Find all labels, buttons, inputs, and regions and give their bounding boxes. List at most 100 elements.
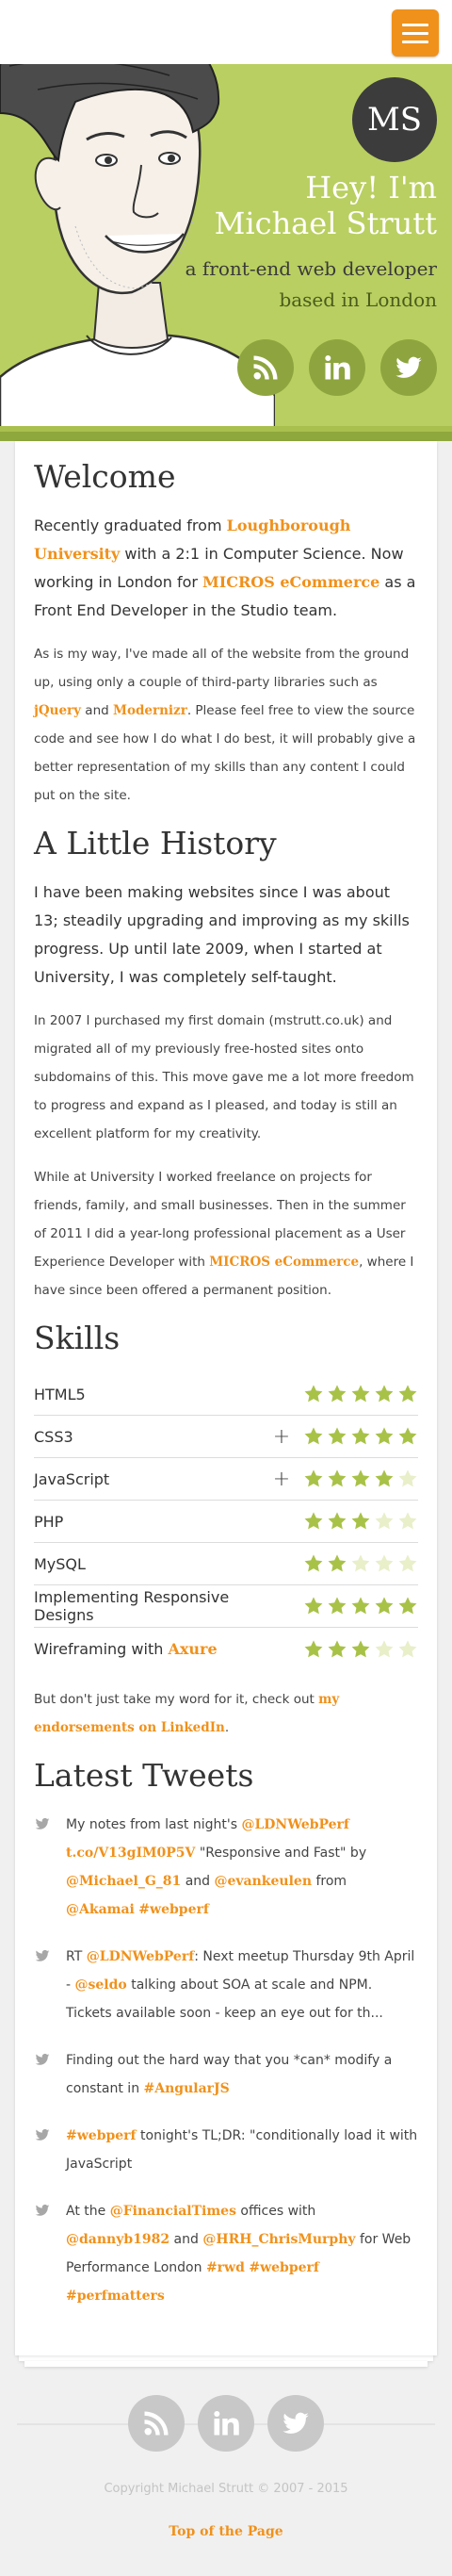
tweet-link[interactable]: @seldo (75, 1977, 127, 1993)
star-filled-icon (304, 1597, 323, 1615)
hashtag-link[interactable]: #webperf (138, 1902, 209, 1917)
star-filled-icon (351, 1512, 370, 1530)
star-rating (303, 1639, 418, 1660)
hashtag-link[interactable]: #webperf (249, 2260, 319, 2275)
jquery-link[interactable]: jQuery (34, 703, 81, 718)
history-heading: A Little History (34, 825, 277, 861)
hashtag-link[interactable]: #perfmatters (66, 2289, 165, 2304)
hashtag-link[interactable]: #rwd (206, 2260, 245, 2275)
star-filled-icon (375, 1427, 394, 1445)
tweet-link[interactable]: t.co/V13gIM0P5V (66, 1846, 195, 1861)
welcome-detail: As is my way, I've made all of the websi… (34, 647, 416, 803)
tweet-text: At the @FinancialTimes offices with @dan… (66, 2204, 412, 2304)
micros-link[interactable]: MICROS eCommerce (202, 573, 379, 591)
rss-icon (253, 355, 278, 380)
footer-rss-button[interactable] (128, 2395, 185, 2452)
copyright: Copyright Michael Strutt © 2007 - 2015 (104, 2482, 348, 2496)
star-empty-icon (351, 1554, 370, 1572)
star-filled-icon (304, 1639, 323, 1657)
star-filled-icon (304, 1554, 323, 1572)
tweet-link[interactable]: @FinancialTimes (110, 2204, 236, 2219)
tweet-link[interactable]: @LDNWebPerf (87, 1949, 195, 1964)
skill-name: CSS3 (34, 1427, 73, 1446)
tweet-text: #webperf tonight's TL;DR: "conditionally… (66, 2128, 418, 2172)
menu-button[interactable] (392, 9, 439, 57)
rss-icon (144, 2411, 169, 2436)
star-filled-icon (351, 1427, 370, 1445)
footer-linkedin-button[interactable] (198, 2395, 254, 2452)
star-filled-icon (351, 1639, 370, 1657)
star-rating (303, 1426, 418, 1447)
history-domain: In 2007 I purchased my first domain (mst… (34, 1013, 414, 1141)
tweet-item: At the @FinancialTimes offices with @dan… (34, 2197, 418, 2310)
star-filled-icon (328, 1427, 347, 1445)
star-filled-icon (328, 1469, 347, 1487)
linkedin-icon (214, 2411, 239, 2436)
tweet-link[interactable]: @HRH_ChrisMurphy (202, 2232, 355, 2247)
tweet-item: My notes from last night's @LDNWebPerf t… (34, 1811, 418, 1924)
skill-row: Implementing Responsive Designs (34, 1585, 418, 1628)
hamburger-icon (402, 23, 428, 26)
hero-role: a front-end web developer (185, 257, 437, 280)
twitter-bird-icon (34, 1811, 66, 1924)
hashtag-link[interactable]: #webperf (66, 2128, 137, 2143)
star-filled-icon (304, 1427, 323, 1445)
star-rating (303, 1596, 418, 1616)
modernizr-link[interactable]: Modernizr (113, 703, 187, 718)
skill-row: MySQL (34, 1543, 418, 1585)
star-filled-icon (328, 1385, 347, 1403)
expand-plus-icon[interactable]: + (267, 1425, 296, 1449)
tweet-link[interactable]: @evankeulen (215, 1874, 312, 1889)
monogram-badge: MS (352, 77, 437, 162)
star-filled-icon (304, 1469, 323, 1487)
twitter-bird-icon (34, 2046, 66, 2103)
star-filled-icon (351, 1597, 370, 1615)
footer-twitter-button[interactable] (267, 2395, 324, 2452)
linkedin-button[interactable] (309, 339, 365, 396)
expand-plus-icon[interactable]: + (267, 1468, 296, 1491)
star-filled-icon (398, 1385, 417, 1403)
tweet-link[interactable]: @LDNWebPerf (241, 1817, 349, 1832)
top-of-page-link[interactable]: Top of the Page (0, 2524, 452, 2539)
portrait-illustration (0, 64, 275, 441)
tweet-text: My notes from last night's @LDNWebPerf t… (66, 1817, 367, 1917)
skill-link[interactable]: Axure (168, 1640, 217, 1658)
star-filled-icon (351, 1385, 370, 1403)
tweet-link[interactable]: @dannyb1982 (66, 2232, 170, 2247)
skill-name: PHP (34, 1512, 64, 1531)
hero-social-links (237, 339, 437, 396)
twitter-button[interactable] (380, 339, 437, 396)
twitter-bird-icon (34, 2197, 66, 2310)
endorsements-note: But don't just take my word for it, chec… (34, 1692, 340, 1735)
star-filled-icon (398, 1597, 417, 1615)
star-empty-icon (398, 1512, 417, 1530)
tweet-link[interactable]: @Michael_G_81 (66, 1874, 181, 1889)
welcome-heading: Welcome (34, 458, 176, 495)
star-empty-icon (375, 1512, 394, 1530)
name-line: Michael Strutt (214, 205, 437, 241)
skills-heading: Skills (34, 1320, 121, 1356)
tweets-section: Latest Tweets My notes from last night's… (34, 1757, 418, 2310)
hero-greeting: Hey! I'm Michael Strutt (215, 170, 437, 241)
twitter-bird-icon (34, 2122, 66, 2178)
star-rating (303, 1511, 418, 1532)
star-rating (303, 1384, 418, 1404)
tweets-heading: Latest Tweets (34, 1757, 254, 1794)
skills-list: HTML5 CSS3 + JavaScript + PHP MySQL Implementin… (34, 1373, 418, 1670)
skill-row[interactable]: JavaScript + (34, 1458, 418, 1501)
star-filled-icon (328, 1554, 347, 1572)
hero-banner: MS Hey! I'm Michael Strutt a front-end w… (0, 64, 452, 441)
skill-row[interactable]: CSS3 + (34, 1416, 418, 1458)
skill-row: PHP (34, 1501, 418, 1543)
top-bar (0, 0, 452, 64)
tweet-link[interactable]: @Akamai (66, 1902, 135, 1917)
hashtag-link[interactable]: #AngularJS (144, 2081, 230, 2096)
rss-button[interactable] (237, 339, 294, 396)
micros-link-2[interactable]: MICROS eCommerce (209, 1255, 359, 1270)
twitter-icon (282, 2412, 309, 2434)
star-filled-icon (375, 1469, 394, 1487)
star-rating (303, 1553, 418, 1574)
skills-section: Skills HTML5 CSS3 + JavaScript + PHP MySQL Impl… (34, 1320, 418, 1742)
skill-name: HTML5 (34, 1385, 86, 1403)
star-empty-icon (398, 1554, 417, 1572)
